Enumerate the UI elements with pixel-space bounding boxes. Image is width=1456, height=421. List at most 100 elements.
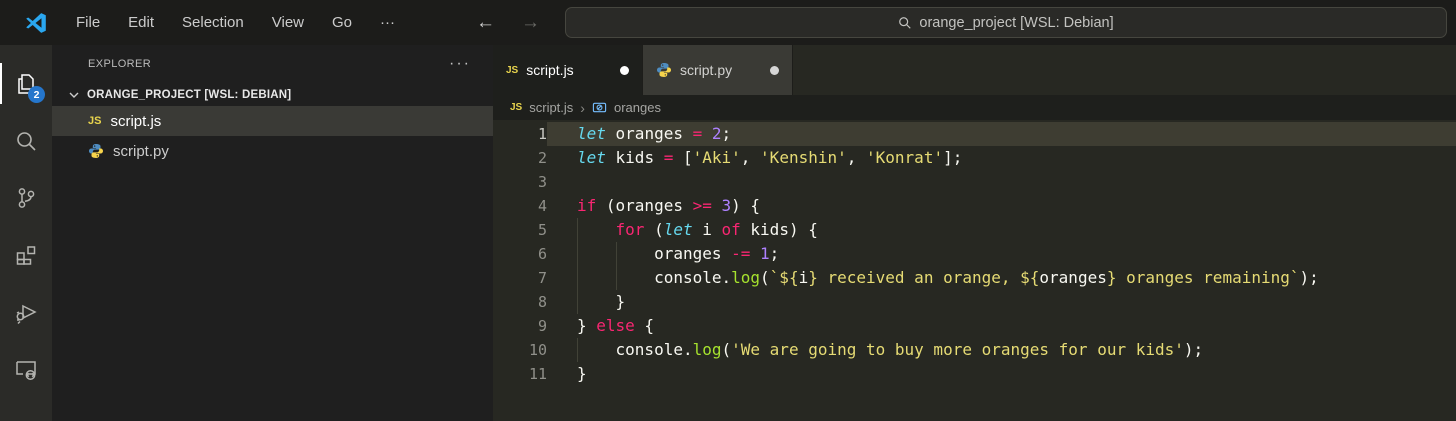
code-line[interactable]: 1 let oranges = 2; xyxy=(493,122,1456,146)
line-number[interactable]: 10 xyxy=(493,338,547,362)
code-token: of xyxy=(721,220,741,239)
line-number[interactable]: 2 xyxy=(493,146,547,170)
code-line[interactable]: 2 let kids = ['Aki', 'Kenshin', 'Konrat']… xyxy=(493,146,1456,170)
line-number[interactable]: 1 xyxy=(493,122,547,146)
line-number[interactable]: 9 xyxy=(493,314,547,338)
forward-arrow-icon[interactable]: → xyxy=(521,12,540,34)
code-token: oranges xyxy=(605,124,693,143)
chevron-down-icon xyxy=(66,87,82,103)
indent-guide xyxy=(577,290,578,314)
code-token: log xyxy=(692,340,722,359)
command-center-search[interactable]: orange_project [WSL: Debian] xyxy=(565,7,1447,38)
code-line[interactable]: 7 console.log(`${i} received an orange, … xyxy=(493,266,1456,290)
menu-item-view[interactable]: View xyxy=(258,8,318,37)
line-number[interactable]: 7 xyxy=(493,266,547,290)
code-token: ]; xyxy=(943,148,963,167)
nav-arrows: ← → xyxy=(476,0,540,45)
code-editor[interactable]: 1 let oranges = 2; 2 let kids = ['Aki', 'Ke… xyxy=(493,120,1456,421)
sidebar-header: EXPLORER ··· xyxy=(52,45,493,83)
breadcrumb-symbol[interactable]: oranges xyxy=(614,100,661,115)
code-token: oranges xyxy=(577,244,732,263)
code-token: (oranges xyxy=(596,196,693,215)
code-line[interactable]: 11} xyxy=(493,362,1456,386)
breadcrumb-file[interactable]: script.js xyxy=(529,100,573,115)
code-token: } xyxy=(577,292,626,311)
code-token: = xyxy=(692,124,703,143)
code-token: , xyxy=(846,148,867,167)
code-line[interactable]: 5 for (let i of kids) { xyxy=(493,218,1456,242)
file-name: script.js xyxy=(110,112,162,130)
code-token: ( xyxy=(721,340,732,359)
code-line-content: let oranges = 2; xyxy=(547,122,1456,146)
modified-dot-icon[interactable] xyxy=(770,65,779,75)
code-line-content: if (oranges >= 3) { xyxy=(547,194,1456,218)
code-token: let xyxy=(577,148,606,167)
menu-item-selection[interactable]: Selection xyxy=(168,8,258,37)
code-token: ; xyxy=(721,124,732,143)
search-icon[interactable] xyxy=(0,112,52,169)
code-line-content: console.log('We are going to buy more or… xyxy=(547,338,1456,362)
code-token: } received an orange, ${ xyxy=(808,268,1040,287)
workspace-folder-row[interactable]: ORANGE_PROJECT [WSL: DEBIAN] xyxy=(52,83,493,106)
code-line-content xyxy=(547,170,1456,194)
search-icon xyxy=(899,16,912,29)
indent-guide xyxy=(615,242,617,266)
code-line-content: let kids = ['Aki', 'Kenshin', 'Konrat']; xyxy=(547,146,1456,170)
code-token: } xyxy=(577,364,587,383)
line-number[interactable]: 11 xyxy=(493,362,547,386)
source-control-icon[interactable] xyxy=(0,169,52,226)
code-token: kids) { xyxy=(740,220,818,239)
code-token: [ xyxy=(673,148,693,167)
indent-guide xyxy=(615,266,617,290)
code-token: { xyxy=(634,316,655,335)
explorer-icon[interactable]: 2 xyxy=(0,55,52,112)
code-line[interactable]: 8 } xyxy=(493,290,1456,314)
code-token: i xyxy=(798,268,809,287)
search-text: orange_project [WSL: Debian] xyxy=(919,14,1114,31)
code-token: log xyxy=(731,268,761,287)
code-token: console. xyxy=(577,268,732,287)
code-line[interactable]: 6 oranges -= 1; xyxy=(493,242,1456,266)
line-number[interactable]: 8 xyxy=(493,290,547,314)
menu-item-file[interactable]: File xyxy=(62,8,114,37)
code-token: else xyxy=(596,316,635,335)
code-token: let xyxy=(577,124,606,143)
indent-guide xyxy=(577,218,578,242)
menu-item-go[interactable]: Go xyxy=(318,8,366,37)
activity-bar: 2 xyxy=(0,45,52,421)
code-token: , xyxy=(740,148,761,167)
vscode-logo-icon xyxy=(26,12,46,33)
line-number[interactable]: 3 xyxy=(493,170,547,194)
code-token: ); xyxy=(1183,340,1204,359)
variable-symbol-icon xyxy=(592,100,607,115)
python-file-icon xyxy=(88,143,104,159)
tab-script-py[interactable]: script.py xyxy=(643,45,793,95)
code-line[interactable]: 10 console.log('We are going to buy more… xyxy=(493,338,1456,362)
file-row-script-js[interactable]: JS script.js xyxy=(52,106,493,136)
remote-explorer-icon[interactable] xyxy=(0,340,52,397)
menu-item-edit[interactable]: Edit xyxy=(114,8,168,37)
back-arrow-icon[interactable]: ← xyxy=(476,12,495,34)
code-line[interactable]: 3 xyxy=(493,170,1456,194)
file-name: script.py xyxy=(113,142,169,160)
code-token: ) { xyxy=(731,196,761,215)
code-token: let xyxy=(663,220,693,239)
line-number[interactable]: 4 xyxy=(493,194,547,218)
explorer-badge: 2 xyxy=(28,86,45,103)
code-token: 'We are going to buy more oranges for ou… xyxy=(731,340,1184,359)
code-line[interactable]: 4 if (oranges >= 3) { xyxy=(493,194,1456,218)
tab-script-js[interactable]: JS script.js xyxy=(493,45,643,95)
workspace-label: ORANGE_PROJECT [WSL: DEBIAN] xyxy=(87,88,292,101)
line-number[interactable]: 6 xyxy=(493,242,547,266)
line-number[interactable]: 5 xyxy=(493,218,547,242)
run-debug-icon[interactable] xyxy=(0,283,52,340)
file-row-script-py[interactable]: script.py xyxy=(52,136,493,166)
modified-dot-icon[interactable] xyxy=(620,65,629,75)
code-line[interactable]: 9} else { xyxy=(493,314,1456,338)
menu-more-icon[interactable]: ··· xyxy=(366,8,409,37)
sidebar-more-actions-icon[interactable]: ··· xyxy=(449,55,471,73)
extensions-icon[interactable] xyxy=(0,226,52,283)
